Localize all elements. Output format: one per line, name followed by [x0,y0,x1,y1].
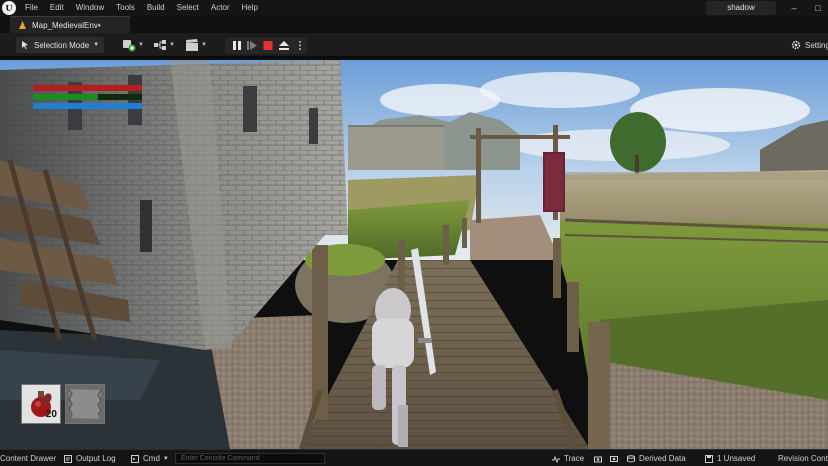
chevron-down-icon: ▼ [169,42,175,48]
menu-bar: U File Edit Window Tools Build Select Ac… [0,0,828,16]
play-controls [225,37,307,54]
chevron-down-icon: ▼ [201,42,207,48]
cloth-item-icon [68,388,102,419]
settings-button[interactable]: Settings [791,37,828,53]
derived-data-label: Derived Data [639,454,686,463]
cinematics-button[interactable]: ▼ [185,38,207,52]
cmd-dropdown[interactable]: Cmd ▼ [131,450,169,466]
camera-icon [594,456,602,462]
menu-tools[interactable]: Tools [110,0,141,16]
add-actor-icon [123,40,136,52]
mana-bar-fill [33,103,142,109]
tab-level-label: Map_MedievalEnv• [32,20,101,30]
revision-control-button[interactable]: Revision Control [774,450,828,466]
content-drawer-button[interactable]: Content Drawer [0,450,56,466]
camera-button[interactable] [594,450,606,466]
unreal-logo-icon[interactable]: U [2,1,16,15]
blueprints-button[interactable]: ▼ [153,38,175,52]
output-log-button[interactable]: Output Log [64,450,116,466]
potion-count: 20 [45,409,57,420]
content-drawer-label: Content Drawer [0,454,57,463]
video-record-icon [610,455,618,462]
video-record-button[interactable] [610,450,622,466]
inventory-slot-2[interactable] [65,384,105,424]
frame-skip-icon[interactable] [246,40,258,51]
trace-label: Trace [564,454,585,463]
chevron-down-icon: ▼ [162,455,169,462]
tab-level[interactable]: Map_MedievalEnv• [10,16,130,33]
cmd-label: Cmd [143,454,160,463]
stamina-bar-fill [33,94,99,100]
menu-help[interactable]: Help [236,0,264,16]
cursor-icon [22,41,28,49]
menu-actor[interactable]: Actor [205,0,236,16]
project-name-badge: shadow [706,1,776,15]
level-viewport[interactable]: 20 [0,60,828,449]
gear-icon [791,40,801,50]
level-icon [19,21,26,29]
pause-icon[interactable] [231,40,243,51]
chevron-down-icon: ▼ [138,42,144,48]
menu-edit[interactable]: Edit [44,0,70,16]
derived-data-button[interactable]: Derived Data [627,450,686,466]
settings-label: Settings [805,40,828,50]
chevron-down-icon: ▼ [93,42,100,48]
menu-window[interactable]: Window [70,0,110,16]
main-toolbar: Selection Mode ▼ ▼ ▼ ▼ Setting [0,33,828,58]
stamina-bar [33,94,142,100]
stop-icon[interactable] [262,40,274,51]
status-bar: Content Drawer Output Log Cmd ▼ Trace [0,449,828,466]
minimize-icon[interactable]: – [786,0,802,16]
menu-select[interactable]: Select [171,0,205,16]
inventory-slot-1[interactable]: 20 [21,384,61,424]
save-icon [705,454,713,463]
trace-button[interactable]: Trace [552,450,584,466]
maximize-icon[interactable]: □ [810,0,826,16]
console-command-input[interactable] [175,453,325,464]
mana-bar [33,103,142,109]
more-options-icon[interactable] [294,40,306,51]
terminal-icon [131,454,139,463]
output-log-label: Output Log [76,454,116,463]
clapperboard-icon [186,39,198,51]
unsaved-button[interactable]: 1 Unsaved [705,450,755,466]
output-log-icon [64,454,72,463]
menu-build[interactable]: Build [141,0,171,16]
blueprint-icon [154,40,166,50]
add-content-button[interactable]: ▼ [122,38,144,52]
selection-mode-label: Selection Mode [34,40,90,50]
trace-icon [552,455,560,463]
menu-file[interactable]: File [19,0,44,16]
health-bar [33,85,142,91]
unsaved-label: 1 Unsaved [717,454,756,463]
eject-icon[interactable] [278,40,290,51]
database-icon [627,454,635,462]
health-bar-fill [33,85,142,91]
selection-mode-dropdown[interactable]: Selection Mode ▼ [16,37,104,53]
game-scene [0,60,828,449]
revision-control-label: Revision Control [778,454,828,463]
tab-bar: Map_MedievalEnv• [0,16,828,33]
